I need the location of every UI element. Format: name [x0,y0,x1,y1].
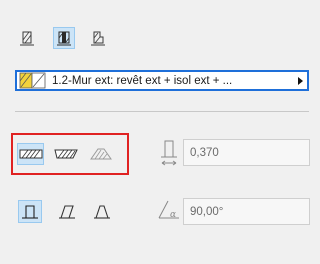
composite-swatch-icon [17,72,49,89]
chevron-right-icon [293,76,307,86]
basic-structure-button[interactable] [16,27,38,49]
divider [15,111,309,112]
wall-profile-icon [91,31,105,46]
angle-value: 90,00° [190,205,224,218]
polygonal-wall-icon [89,148,112,160]
slanted-wall-button[interactable] [55,200,79,223]
polygonal-wall-button[interactable] [87,143,114,165]
composite-structure-button[interactable] [53,27,75,49]
vertical-wall-button[interactable] [18,200,42,223]
thickness-value: 0,370 [190,146,219,159]
composite-selector[interactable]: 1.2-Mur ext: revêt ext + isol ext + ... [15,70,309,91]
angle-field[interactable]: 90,00° [183,198,310,225]
thickness-field[interactable]: 0,370 [183,139,310,166]
straight-wall-icon [19,149,42,159]
wall-vertical-icon [22,204,38,219]
wall-composite-icon [57,31,71,46]
wall-slanted-icon [59,204,75,219]
trapezoid-wall-icon [53,149,78,159]
straight-wall-button[interactable] [17,143,44,165]
wall-double-slanted-icon [94,204,110,219]
wall-thickness-icon [158,139,180,172]
profile-structure-button[interactable] [87,27,109,49]
trapezoid-wall-button[interactable] [52,143,79,165]
wall-basic-icon [20,31,34,46]
svg-text:α: α [170,210,176,220]
double-slanted-wall-button[interactable] [90,200,114,223]
wall-angle-icon: α [157,198,181,229]
composite-name: 1.2-Mur ext: revêt ext + isol ext + ... [52,74,233,87]
